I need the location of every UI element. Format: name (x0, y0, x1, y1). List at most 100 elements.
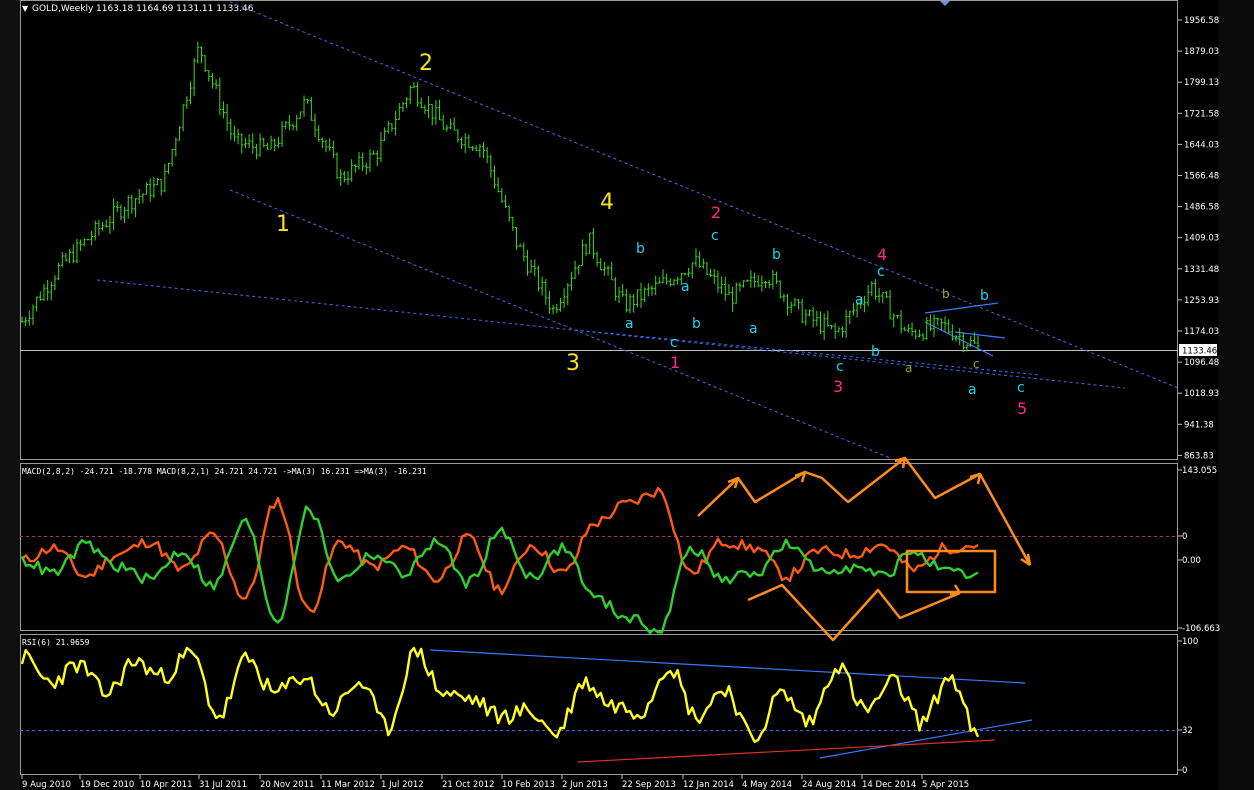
macd-axis-label: 0.00 (1182, 556, 1201, 566)
price-bar (207, 69, 211, 82)
price-bar (778, 280, 782, 299)
price-bar (145, 182, 149, 195)
price-bar (734, 282, 738, 304)
price-bar (617, 286, 621, 304)
date-axis: 9 Aug 2010 19 Dec 2010 10 Apr 2011 31 Jul 2… (21, 775, 969, 790)
collapse-triangle-icon[interactable]: ▼ (22, 4, 29, 13)
price-bar (24, 316, 28, 327)
wave-label-cyan: a (625, 316, 634, 332)
price-bar (159, 179, 163, 196)
price-axis-label: 1096.48 (1184, 358, 1219, 368)
wedge-lines (924, 302, 1006, 357)
price-bar (668, 278, 672, 287)
price-bar (196, 41, 200, 64)
price-bar (525, 249, 529, 276)
price-bar (877, 287, 881, 303)
price-bar (57, 262, 61, 281)
price-bar (441, 114, 445, 130)
price-bar (313, 113, 317, 138)
ohlc-readout: 1163.18 1164.69 1131.11 1133.46 (96, 4, 254, 14)
price-bar (53, 275, 57, 291)
price-bar (485, 147, 489, 164)
price-bar (511, 217, 515, 231)
price-bar (753, 272, 757, 288)
price-axis-label: 1018.93 (1184, 389, 1219, 399)
price-bar (64, 253, 68, 262)
macd-axis-label: 143.055 (1182, 466, 1217, 476)
price-bar (844, 309, 848, 339)
price-bar (888, 289, 892, 320)
price-bar (551, 304, 555, 315)
price-axis-label: 1174.03 (1184, 327, 1219, 337)
price-bar (203, 55, 207, 73)
price-bar (188, 81, 192, 105)
price-bar (251, 133, 255, 154)
price-bar (427, 96, 431, 119)
price-bar (493, 165, 497, 189)
chart-window[interactable]: ▼ GOLD,Weekly 1163.18 1164.69 1131.11 11… (0, 0, 1254, 790)
price-bar (247, 134, 251, 149)
price-bar (478, 143, 482, 158)
price-bar (280, 121, 284, 147)
price-bar (800, 298, 804, 323)
wave-label-cyan: a (749, 321, 758, 337)
price-bar (808, 309, 812, 317)
price-bar (474, 145, 478, 152)
price-bar (42, 283, 46, 301)
price-bar (221, 101, 225, 119)
date-axis-label: 4 May 2014 (742, 780, 792, 790)
price-bar (793, 298, 797, 307)
wave-label-cyan: b (636, 241, 645, 257)
rsi-axis: 100 32 0 (1178, 637, 1198, 776)
price-bar (342, 170, 346, 183)
price-axis-label: 1956.58 (1184, 16, 1219, 26)
chart-canvas[interactable]: ▼ GOLD,Weekly 1163.18 1164.69 1131.11 11… (0, 0, 1254, 790)
price-bar (672, 278, 676, 286)
wave-label-cyan: a (681, 279, 690, 295)
annotation-box (905, 549, 997, 594)
price-bar (811, 307, 815, 328)
price-bar (90, 230, 94, 246)
price-bar (503, 195, 507, 209)
price-bar (379, 132, 383, 163)
price-bar (258, 133, 262, 157)
rsi-indicator-label: RSI(6) 21.9659 (22, 638, 90, 647)
price-bar (786, 294, 790, 316)
price-bar (298, 111, 302, 119)
price-bar (628, 293, 632, 314)
price-bar (456, 129, 460, 143)
price-bar (364, 162, 368, 175)
price-bar (536, 265, 540, 292)
price-bar (745, 279, 749, 283)
date-axis-label: 22 Sep 2013 (622, 780, 676, 790)
scroll-marker-icon[interactable] (940, 1, 950, 6)
price-bar (419, 97, 423, 109)
price-bar (610, 261, 614, 281)
price-bar (163, 164, 167, 193)
wave-label-cyan: b (772, 247, 781, 263)
price-bar (101, 222, 105, 231)
price-bar (75, 238, 79, 264)
macd-series-line (20, 505, 979, 635)
price-bar (566, 283, 570, 306)
price-bar (452, 117, 456, 131)
price-bar (49, 281, 53, 301)
price-bar (137, 188, 141, 205)
price-bar (368, 149, 372, 173)
price-bar (613, 277, 617, 301)
price-bar (126, 195, 130, 219)
price-bar (822, 313, 826, 341)
price-bar (639, 282, 643, 308)
price-bar (93, 220, 97, 241)
wave-label-yellow: 4 (600, 190, 614, 215)
wave-label-magenta: 4 (877, 245, 887, 264)
price-bar (408, 85, 412, 105)
price-bar (866, 285, 870, 307)
price-bar (829, 324, 833, 330)
current-price-value: 1133.46 (1182, 347, 1217, 357)
price-bar (170, 148, 174, 167)
price-bar (544, 279, 548, 305)
macd-indicator-label: MACD(2,8,2) -24.721 -18.778 MACD(8,2,1) … (22, 467, 427, 476)
price-bar (690, 262, 694, 279)
price-bar (687, 267, 691, 277)
